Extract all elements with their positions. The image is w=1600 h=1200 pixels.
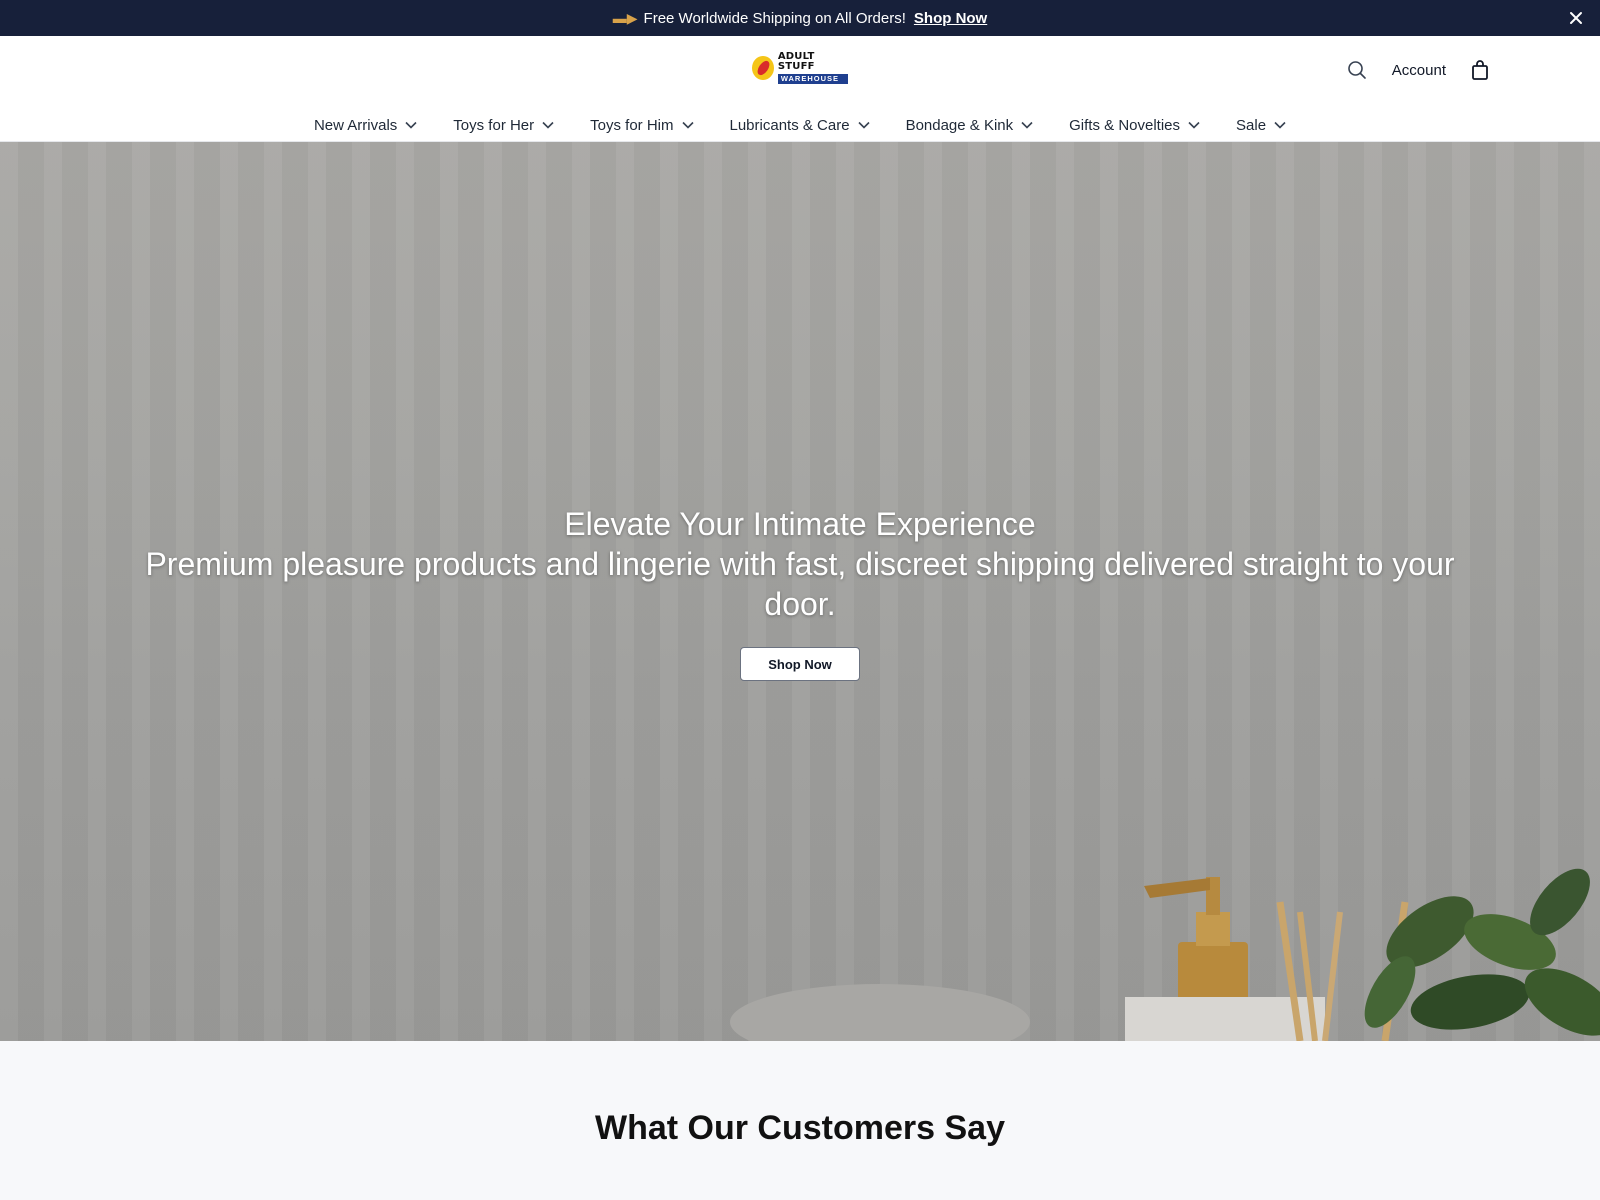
chevron-down-icon <box>542 121 554 129</box>
site-logo[interactable]: ADULT STUFF WAREHOUSE <box>752 51 848 84</box>
header-actions: Account <box>1346 56 1490 84</box>
chevron-down-icon <box>1021 121 1033 129</box>
nav-item-gifts-novelties[interactable]: Gifts & Novelties <box>1051 117 1218 134</box>
nav-item-bondage-kink[interactable]: Bondage & Kink <box>888 117 1052 134</box>
logo-line-2: WAREHOUSE <box>777 74 848 84</box>
testimonials-section: What Our Customers Say <box>0 1041 1600 1200</box>
chevron-down-icon <box>857 121 870 129</box>
hero-shop-now-button[interactable]: Shop Now <box>740 647 860 681</box>
chevron-down-icon <box>1274 121 1286 129</box>
hero-subtitle: Premium pleasure products and lingerie w… <box>145 546 1455 622</box>
announcement-bar: ▬▶ Free Worldwide Shipping on All Orders… <box>0 0 1600 36</box>
shopping-bag-icon[interactable] <box>1470 59 1490 81</box>
chevron-down-icon <box>1188 121 1200 129</box>
logo-badge-icon <box>752 56 774 80</box>
nav-item-toys-for-her[interactable]: Toys for Her <box>435 117 572 134</box>
chevron-down-icon <box>681 121 694 129</box>
hero-banner: Elevate Your Intimate Experience Premium… <box>0 142 1600 1041</box>
announcement-text: Free Worldwide Shipping on All Orders! <box>643 9 906 27</box>
hero-title: Elevate Your Intimate Experience <box>564 506 1036 542</box>
search-icon[interactable] <box>1346 59 1368 81</box>
chevron-down-icon <box>405 121 417 129</box>
nav-item-lubricants-care[interactable]: Lubricants & Care <box>712 117 888 134</box>
nav-item-toys-for-him[interactable]: Toys for Him <box>572 117 711 134</box>
nav-item-sale[interactable]: Sale <box>1218 117 1304 134</box>
announcement-shop-now-link[interactable]: Shop Now <box>914 10 987 27</box>
account-link[interactable]: Account <box>1392 62 1446 79</box>
main-navigation: New Arrivals Toys for Her Toys for Him L… <box>0 108 1600 142</box>
delivery-truck-icon: ▬▶ <box>612 9 638 26</box>
logo-line-1: ADULT STUFF <box>777 51 815 73</box>
nav-item-new-arrivals[interactable]: New Arrivals <box>296 117 435 134</box>
site-header: ADULT STUFF WAREHOUSE Account New Arriva… <box>0 36 1600 142</box>
close-icon[interactable] <box>1566 8 1586 28</box>
testimonials-heading: What Our Customers Say <box>595 1109 1005 1147</box>
